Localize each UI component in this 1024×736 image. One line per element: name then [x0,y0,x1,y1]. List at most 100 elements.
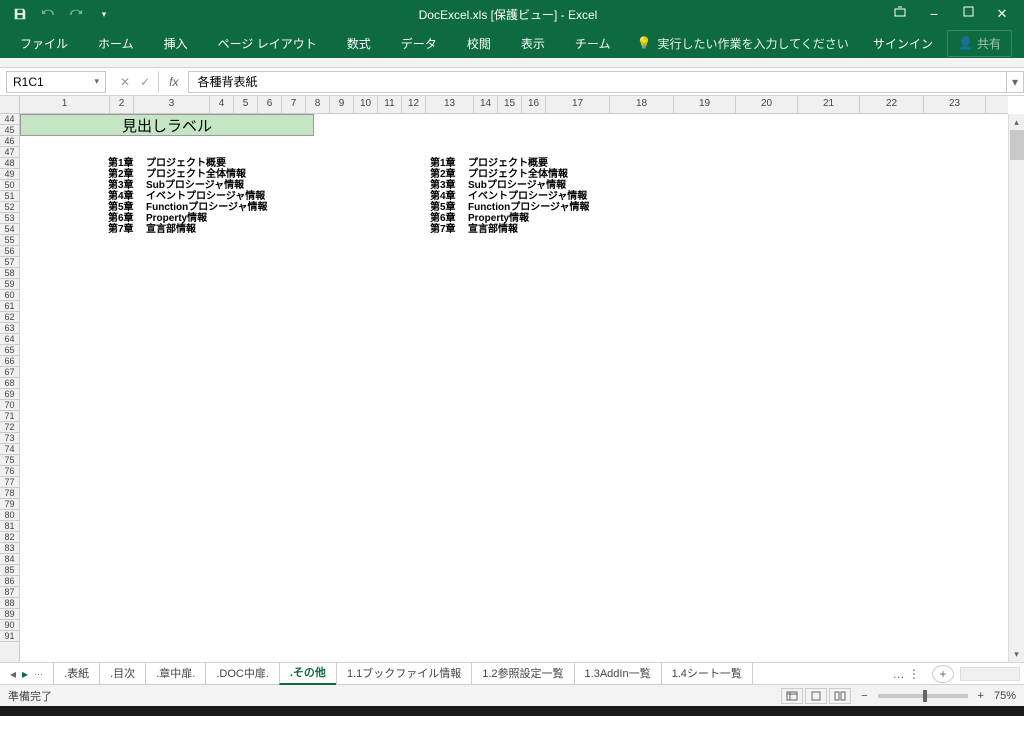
column-header[interactable]: 6 [258,96,282,113]
row-header[interactable]: 72 [0,422,19,433]
fx-icon[interactable]: fx [159,75,188,89]
row-header[interactable]: 58 [0,268,19,279]
row-header[interactable]: 79 [0,499,19,510]
row-header[interactable]: 81 [0,521,19,532]
column-header[interactable]: 12 [402,96,426,113]
column-header[interactable]: 13 [426,96,474,113]
minimize-icon[interactable]: − [926,6,942,22]
row-header[interactable]: 65 [0,345,19,356]
row-header[interactable]: 48 [0,158,19,169]
column-header[interactable]: 4 [210,96,234,113]
row-header[interactable]: 74 [0,444,19,455]
row-header[interactable]: 51 [0,191,19,202]
sheet-tab[interactable]: 1.2参照設定一覧 [471,663,574,685]
ribbon-tab[interactable]: ページ レイアウト [204,29,331,58]
cancel-formula-icon[interactable]: ✕ [120,75,130,89]
ribbon-tab[interactable]: ファイル [6,29,82,58]
row-header[interactable]: 75 [0,455,19,466]
column-header[interactable]: 2 [110,96,134,113]
row-header[interactable]: 73 [0,433,19,444]
column-header[interactable]: 21 [798,96,860,113]
row-header[interactable]: 76 [0,466,19,477]
toc-row[interactable]: 第7章宣言部情報 [430,224,590,235]
row-header[interactable]: 71 [0,411,19,422]
row-header[interactable]: 59 [0,279,19,290]
toc-row[interactable]: 第3章Subプロシージャ情報 [430,180,590,191]
toc-row[interactable]: 第2章プロジェクト全体情報 [108,169,268,180]
share-button[interactable]: 👤共有 [947,30,1012,57]
zoom-in-button[interactable]: + [978,690,984,702]
column-header[interactable]: 16 [522,96,546,113]
row-header[interactable]: 47 [0,147,19,158]
row-header[interactable]: 45 [0,125,19,136]
row-header[interactable]: 57 [0,257,19,268]
row-header[interactable]: 53 [0,213,19,224]
column-header[interactable]: 14 [474,96,498,113]
toc-row[interactable]: 第6章Property情報 [430,213,590,224]
ribbon-tab[interactable]: 表示 [507,29,559,58]
toc-row[interactable]: 第7章宣言部情報 [108,224,268,235]
name-box[interactable]: R1C1▾ [6,71,106,93]
column-header[interactable]: 1 [20,96,110,113]
scroll-up-icon[interactable]: ▴ [1009,114,1024,130]
zoom-level[interactable]: 75% [994,690,1016,702]
view-pagebreak-icon[interactable] [829,688,851,704]
toc-row[interactable]: 第3章Subプロシージャ情報 [108,180,268,191]
zoom-out-button[interactable]: − [861,690,867,702]
sheet-tab[interactable]: 1.1ブックファイル情報 [336,663,472,685]
row-header[interactable]: 69 [0,389,19,400]
select-all-corner[interactable] [0,96,20,114]
vertical-scrollbar[interactable]: ▴ ▾ [1008,114,1024,662]
row-header[interactable]: 89 [0,609,19,620]
close-icon[interactable]: ✕ [994,6,1010,22]
toc-row[interactable]: 第1章プロジェクト概要 [430,158,590,169]
row-header[interactable]: 60 [0,290,19,301]
row-header[interactable]: 77 [0,477,19,488]
ribbon-tab[interactable]: 挿入 [150,29,202,58]
ribbon-display-icon[interactable] [892,6,908,22]
row-header[interactable]: 63 [0,323,19,334]
row-header[interactable]: 78 [0,488,19,499]
row-header[interactable]: 70 [0,400,19,411]
row-header[interactable]: 82 [0,532,19,543]
row-header[interactable]: 84 [0,554,19,565]
row-header[interactable]: 67 [0,367,19,378]
row-header[interactable]: 83 [0,543,19,554]
signin-link[interactable]: サインイン [861,35,945,52]
tell-me[interactable]: 💡実行したい作業を入力してください [626,35,858,52]
row-header[interactable]: 80 [0,510,19,521]
row-header[interactable]: 56 [0,246,19,257]
horizontal-scrollbar[interactable] [960,667,1020,681]
column-header[interactable]: 23 [924,96,986,113]
sheet-tab[interactable]: .DOC中扉. [205,663,280,685]
row-header[interactable]: 91 [0,631,19,642]
row-header[interactable]: 54 [0,224,19,235]
qat-customize-icon[interactable]: ▾ [92,2,116,26]
column-header[interactable]: 11 [378,96,402,113]
sheet-tab[interactable]: 1.4シート一覧 [661,663,753,685]
column-header[interactable]: 5 [234,96,258,113]
sheet-tab[interactable]: .その他 [279,663,337,685]
row-header[interactable]: 52 [0,202,19,213]
row-header[interactable]: 46 [0,136,19,147]
save-icon[interactable] [8,2,32,26]
row-header[interactable]: 88 [0,598,19,609]
formula-input[interactable]: 各種背表紙 [188,71,1006,93]
toc-row[interactable]: 第5章Functionプロシージャ情報 [430,202,590,213]
ribbon-tab[interactable]: ホーム [84,29,148,58]
column-header[interactable]: 17 [546,96,610,113]
add-sheet-button[interactable]: + [932,665,954,683]
toc-row[interactable]: 第6章Property情報 [108,213,268,224]
sheet-tab[interactable]: .章中扉. [145,663,206,685]
row-header[interactable]: 44 [0,114,19,125]
toc-row[interactable]: 第2章プロジェクト全体情報 [430,169,590,180]
row-header[interactable]: 85 [0,565,19,576]
merged-heading-cell[interactable]: 見出しラベル [20,114,314,136]
enter-formula-icon[interactable]: ✓ [140,75,150,89]
row-header[interactable]: 66 [0,356,19,367]
column-header[interactable]: 22 [860,96,924,113]
column-header[interactable]: 7 [282,96,306,113]
scroll-thumb[interactable] [1010,130,1024,160]
column-header[interactable]: 20 [736,96,798,113]
view-layout-icon[interactable] [805,688,827,704]
